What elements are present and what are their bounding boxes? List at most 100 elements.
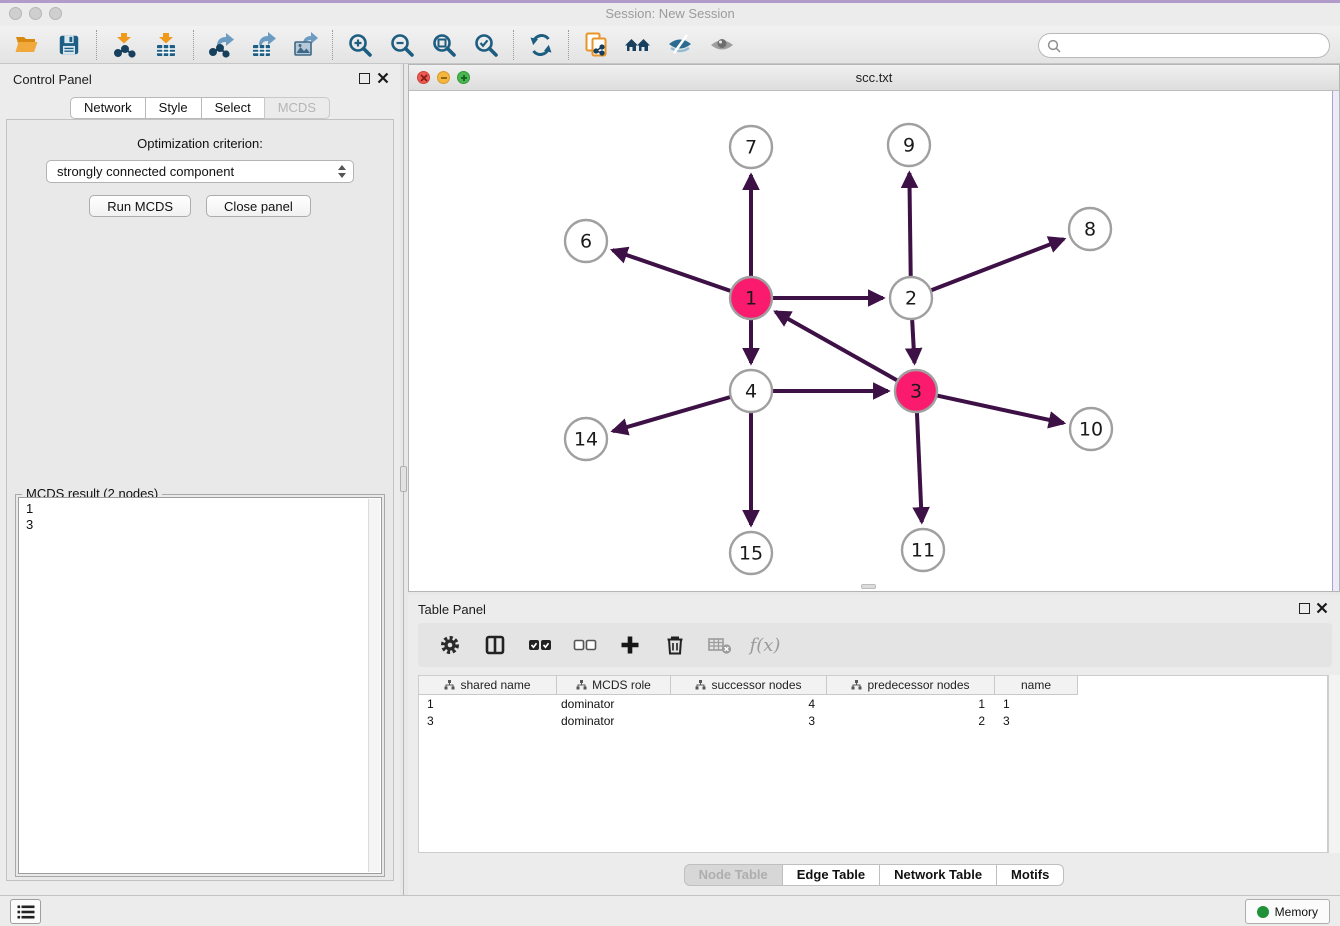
add-column-button[interactable] [616,630,644,660]
export-network-button[interactable] [200,28,242,62]
graph-edge-2-3[interactable] [912,319,914,363]
cytoscape-window: Session: New Session [0,0,1340,926]
houses-icon [624,32,652,58]
toolbar-separator [568,30,569,60]
network-bottom-handle[interactable] [861,584,876,589]
table-tabs: Node Table Edge Table Network Table Moti… [408,864,1340,886]
close-window-icon[interactable] [9,7,22,20]
result-scrollbar[interactable] [368,499,380,872]
graph-node-label: 6 [580,231,592,253]
column-header-shared-name[interactable]: shared name [419,676,557,695]
home-button[interactable] [617,28,659,62]
tab-style[interactable]: Style [145,97,202,119]
network-canvas[interactable]: 7968124314101511 [409,91,1339,591]
split-columns-button[interactable] [481,630,509,660]
save-session-button[interactable] [48,28,90,62]
zoom-fit-button[interactable] [423,28,465,62]
graph-edge-3-11[interactable] [917,412,922,522]
minimize-window-icon[interactable] [29,7,42,20]
panel-splitter[interactable] [400,64,408,895]
zoom-fit-icon [431,32,457,58]
zoom-in-icon [347,32,373,58]
select-all-columns-button[interactable] [526,630,554,660]
table-toolbar: f(x) [418,623,1332,667]
table-settings-button[interactable] [436,630,464,660]
graph-node-label: 14 [574,429,598,451]
cell-predecessor-nodes[interactable]: 2 [827,714,995,728]
column-label: shared name [460,678,530,692]
column-header-successor-nodes[interactable]: successor nodes [671,676,827,695]
network-titlebar[interactable]: scc.txt [409,65,1339,91]
tab-network-table[interactable]: Network Table [879,864,997,886]
cell-name[interactable]: 3 [995,714,1078,728]
column-header-name[interactable]: name [995,676,1078,695]
column-header-mcds-role[interactable]: MCDS role [557,676,671,695]
tab-edge-table[interactable]: Edge Table [782,864,880,886]
toolbar-separator [513,30,514,60]
task-history-button[interactable] [10,899,41,924]
column-label: MCDS role [592,678,651,692]
table-vertical-scrollbar[interactable] [1328,675,1340,853]
float-panel-icon[interactable] [359,73,370,84]
graph-node-label: 2 [905,288,917,310]
control-panel-header: Control Panel [0,64,400,94]
splitter-handle[interactable] [400,466,407,492]
run-mcds-button[interactable]: Run MCDS [89,195,191,217]
show-graphics-details-button[interactable] [659,28,701,62]
delete-table-button-disabled [706,630,734,660]
refresh-view-button[interactable] [520,28,562,62]
cell-predecessor-nodes[interactable]: 1 [827,697,995,711]
tab-select[interactable]: Select [201,97,265,119]
cell-successor-nodes[interactable]: 3 [671,714,827,728]
zoom-in-button[interactable] [339,28,381,62]
gear-icon [439,634,461,656]
table-row[interactable]: 1 dominator 4 1 1 [419,695,1327,712]
tab-network[interactable]: Network [70,97,146,119]
close-panel-icon[interactable] [376,72,390,86]
cell-name[interactable]: 1 [995,697,1078,711]
memory-label: Memory [1275,905,1318,919]
export-table-button[interactable] [242,28,284,62]
search-input[interactable] [1066,36,1329,56]
cell-mcds-role[interactable]: dominator [557,697,671,711]
table-panel-title: Table Panel [418,602,486,617]
cell-mcds-role[interactable]: dominator [557,714,671,728]
titlebar[interactable]: Session: New Session [0,3,1340,26]
delete-table-icon [708,634,732,656]
graph-edge-3-1[interactable] [775,312,897,381]
open-session-button[interactable] [6,28,48,62]
graph-edge-1-6[interactable] [612,250,731,291]
import-network-button[interactable] [103,28,145,62]
delete-column-button[interactable] [661,630,689,660]
table-row[interactable]: 3 dominator 3 2 3 [419,712,1327,729]
close-table-panel-icon[interactable] [1315,602,1329,616]
column-header-predecessor-nodes[interactable]: predecessor nodes [827,676,995,695]
memory-button[interactable]: Memory [1245,899,1330,924]
zoom-selected-button[interactable] [465,28,507,62]
cell-successor-nodes[interactable]: 4 [671,697,827,711]
tab-motifs[interactable]: Motifs [996,864,1064,886]
graph-edge-2-8[interactable] [931,239,1064,290]
hide-graphics-details-button[interactable] [701,28,743,62]
graph-edge-2-9[interactable] [909,173,910,277]
network-vertical-scrollbar[interactable] [1332,91,1339,591]
close-panel-button[interactable]: Close panel [206,195,311,217]
hierarchy-icon [851,680,862,690]
cell-shared-name[interactable]: 3 [419,714,557,728]
zoom-window-icon[interactable] [49,7,62,20]
tab-mcds[interactable]: MCDS [264,97,330,119]
copy-network-button[interactable] [575,28,617,62]
tab-node-table[interactable]: Node Table [684,864,783,886]
graph-edge-3-10[interactable] [937,395,1064,423]
cell-shared-name[interactable]: 1 [419,697,557,711]
mcds-result-list[interactable]: 1 3 [18,497,382,874]
hierarchy-icon [695,680,706,690]
zoom-out-button[interactable] [381,28,423,62]
export-image-button[interactable] [284,28,326,62]
mcds-result-line: 3 [26,517,381,533]
graph-edge-4-14[interactable] [613,397,731,431]
criterion-select[interactable]: strongly connected component [46,160,354,183]
float-table-panel-icon[interactable] [1299,603,1310,614]
import-table-button[interactable] [145,28,187,62]
deselect-all-columns-button[interactable] [571,630,599,660]
